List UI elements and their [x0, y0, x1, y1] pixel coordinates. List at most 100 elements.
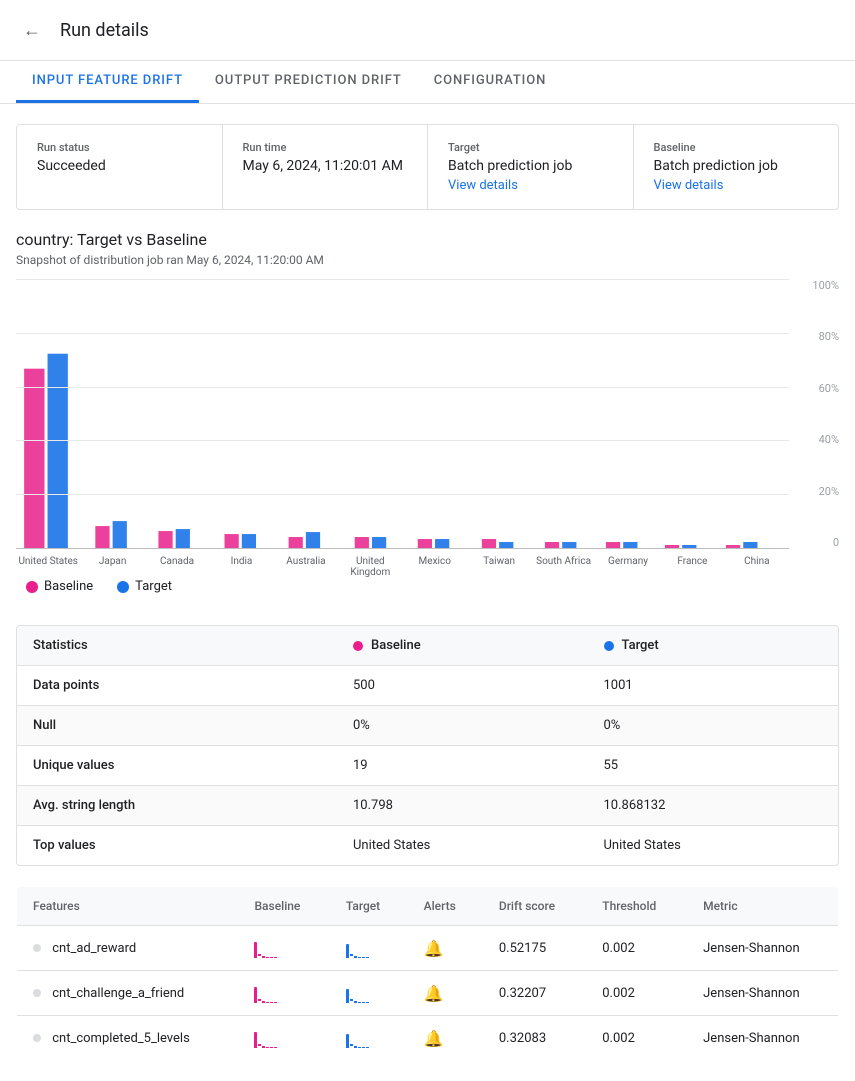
feature-drift-score: 0.52175 — [483, 926, 586, 971]
feature-metric: Jensen-Shannon — [687, 971, 838, 1016]
stats-cell-baseline: 0% — [337, 706, 588, 745]
stats-cell-target: 55 — [588, 746, 839, 785]
run-status-cell: Run status Succeeded — [17, 125, 223, 209]
grid-line-80 — [16, 333, 789, 334]
stats-row: Unique values 19 55 — [17, 746, 838, 786]
features-col-drift-score: Drift score — [483, 887, 586, 926]
features-col-alerts: Alerts — [408, 887, 483, 926]
header: ← Run details — [0, 0, 855, 61]
bars-container: United States Japan Canada India Austral… — [16, 279, 789, 549]
x-label-india: India — [209, 556, 273, 578]
table-row: cnt_ad_reward 🔔 0.52175 0.002 Jensen-Sha… — [17, 926, 839, 971]
y-label-40: 40% — [794, 433, 839, 446]
x-label-germany: Germany — [596, 556, 660, 578]
x-label-china: China — [725, 556, 789, 578]
x-label-france: France — [660, 556, 724, 578]
feature-metric: Jensen-Shannon — [687, 926, 838, 971]
run-status-value: Succeeded — [37, 158, 202, 174]
feature-name-cell: cnt_completed_5_levels — [17, 1016, 239, 1061]
grid-line-60 — [16, 387, 789, 388]
alert-bell-icon: 🔔 — [424, 939, 444, 958]
statistics-table: Statistics Baseline Target Data points 5… — [16, 625, 839, 866]
x-label-south-africa: South Africa — [531, 556, 595, 578]
feature-target-chart — [330, 926, 408, 971]
stats-cell-label: Avg. string length — [17, 786, 337, 825]
target-cell: Target Batch prediction job View details — [428, 125, 634, 209]
baseline-view-details-link[interactable]: View details — [654, 178, 724, 193]
run-status-label: Run status — [37, 141, 202, 154]
stats-cell-target: United States — [588, 826, 839, 865]
stats-cell-target: 1001 — [588, 666, 839, 705]
stats-cell-target: 10.868132 — [588, 786, 839, 825]
features-table: Features Baseline Target Alerts Drift sc… — [16, 886, 839, 1061]
features-section: Features Baseline Target Alerts Drift sc… — [16, 886, 839, 1061]
stats-cell-baseline: 10.798 — [337, 786, 588, 825]
tab-configuration[interactable]: CONFIGURATION — [418, 61, 563, 103]
stats-cell-label: Data points — [17, 666, 337, 705]
feature-name: cnt_ad_reward — [52, 941, 136, 956]
stats-target-label: Target — [622, 638, 659, 653]
stats-col-target: Target — [588, 626, 839, 665]
stats-cell-label: Null — [17, 706, 337, 745]
target-dot-icon — [604, 641, 614, 651]
feature-dot-icon — [33, 944, 41, 952]
baseline-cell: Baseline Batch prediction job View detai… — [634, 125, 839, 209]
legend-target: Target — [117, 579, 172, 594]
features-table-body: cnt_ad_reward 🔔 0.52175 0.002 Jensen-Sha… — [17, 926, 839, 1061]
chart-title: country: Target vs Baseline — [16, 230, 839, 249]
target-view-details-link[interactable]: View details — [448, 178, 518, 193]
feature-target-chart — [330, 1016, 408, 1061]
stats-row: Avg. string length 10.798 10.868132 — [17, 786, 838, 826]
baseline-label: Baseline — [654, 141, 819, 154]
feature-threshold: 0.002 — [586, 971, 687, 1016]
stats-cell-baseline: 19 — [337, 746, 588, 785]
y-label-20: 20% — [794, 485, 839, 498]
y-label-60: 60% — [794, 382, 839, 395]
tab-input-feature-drift[interactable]: INPUT FEATURE DRIFT — [16, 61, 199, 103]
baseline-legend-label: Baseline — [44, 579, 93, 594]
run-time-value: May 6, 2024, 11:20:01 AM — [243, 158, 408, 174]
stats-cell-target: 0% — [588, 706, 839, 745]
target-legend-dot — [117, 581, 129, 593]
x-label-uk: United Kingdom — [338, 556, 402, 578]
y-label-100: 100% — [794, 279, 839, 292]
feature-baseline-chart — [238, 926, 329, 971]
tab-output-prediction-drift[interactable]: OUTPUT PREDICTION DRIFT — [199, 61, 418, 103]
table-row: cnt_completed_5_levels 🔔 0.32083 0.002 J… — [17, 1016, 839, 1061]
alert-bell-icon: 🔔 — [424, 984, 444, 1003]
chart-legend: Baseline Target — [16, 579, 172, 594]
feature-drift-score: 0.32083 — [483, 1016, 586, 1061]
feature-alert: 🔔 — [408, 926, 483, 971]
x-label-australia: Australia — [274, 556, 338, 578]
feature-baseline-chart — [238, 1016, 329, 1061]
grid-line-100 — [16, 279, 789, 280]
chart-subtitle: Snapshot of distribution job ran May 6, … — [16, 253, 839, 267]
feature-metric: Jensen-Shannon — [687, 1016, 838, 1061]
features-col-target: Target — [330, 887, 408, 926]
x-label-mexico: Mexico — [403, 556, 467, 578]
stats-row: Data points 500 1001 — [17, 666, 838, 706]
tabs-container: INPUT FEATURE DRIFT OUTPUT PREDICTION DR… — [0, 61, 855, 104]
feature-alert: 🔔 — [408, 971, 483, 1016]
bars-svg — [16, 279, 789, 548]
feature-dot-icon — [33, 1034, 41, 1042]
table-row: cnt_challenge_a_friend 🔔 0.32207 0.002 J… — [17, 971, 839, 1016]
stats-col-baseline: Baseline — [337, 626, 588, 665]
feature-drift-score: 0.32207 — [483, 971, 586, 1016]
feature-threshold: 0.002 — [586, 1016, 687, 1061]
features-col-baseline: Baseline — [238, 887, 329, 926]
features-col-features: Features — [17, 887, 239, 926]
feature-alert: 🔔 — [408, 1016, 483, 1061]
baseline-value: Batch prediction job — [654, 158, 819, 174]
features-table-header-row: Features Baseline Target Alerts Drift sc… — [17, 887, 839, 926]
feature-target-chart — [330, 971, 408, 1016]
target-legend-label: Target — [135, 579, 172, 594]
stats-cell-baseline: United States — [337, 826, 588, 865]
stats-cell-label: Top values — [17, 826, 337, 865]
x-axis-labels: United States Japan Canada India Austral… — [16, 556, 789, 578]
back-button[interactable]: ← — [16, 14, 48, 46]
feature-dot-icon — [33, 989, 41, 997]
x-label-us: United States — [16, 556, 80, 578]
feature-name-cell: cnt_ad_reward — [17, 926, 239, 971]
run-time-cell: Run time May 6, 2024, 11:20:01 AM — [223, 125, 429, 209]
